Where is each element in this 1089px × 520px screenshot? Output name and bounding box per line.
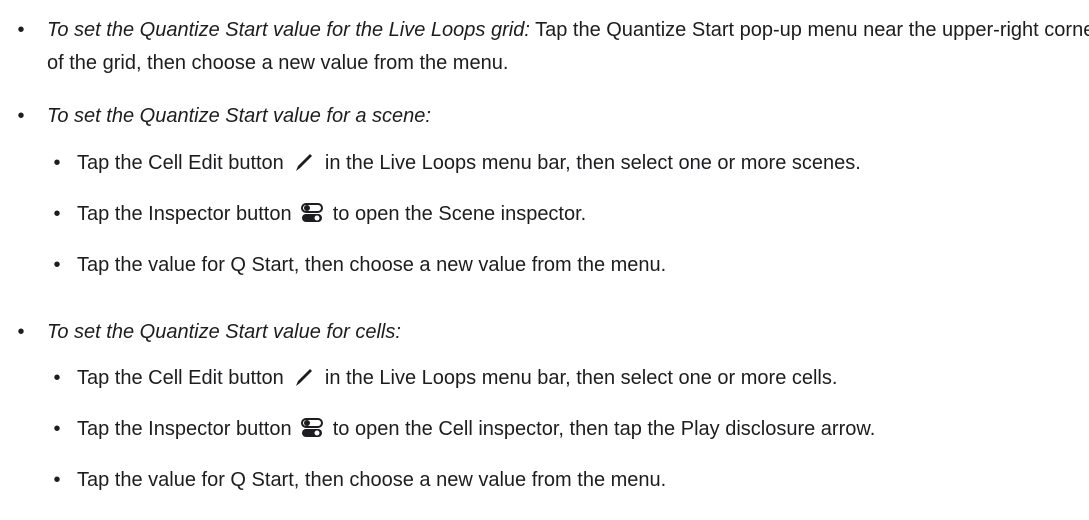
sub-list: • Tap the Cell Edit button in the Live L… [47,362,1077,497]
bullet: • [17,19,25,41]
pencil-icon [292,365,316,400]
step-text-after: to open the Cell inspector, then tap the… [327,418,876,440]
step-text: Tap the value for Q Start, then choose a… [77,254,667,276]
sublist-container: • Tap the Cell Edit button in the Live L… [47,147,1047,282]
document: • To set the Quantize Start value for th… [0,0,1089,520]
list-item: • Tap the Cell Edit button in the Live L… [47,362,1077,400]
sublist-container: • Tap the Cell Edit button in the Live L… [47,362,1077,497]
list-item: • Tap the Cell Edit button in the Live L… [47,147,1047,185]
pencil-icon [292,150,316,185]
bullet: • [53,367,61,389]
step-text-before: Tap the Inspector button [77,418,298,440]
list-item: • Tap the Inspector button to open the C… [47,413,1007,451]
step-text: Tap the value for Q Start, then choose a… [77,469,667,491]
step-text-before: Tap the Cell Edit button [77,152,290,174]
sub-list: • Tap the Cell Edit button in the Live L… [47,147,1047,282]
bullet: • [53,418,61,440]
bullet: • [17,321,25,343]
bullet: • [53,203,61,225]
bullet: • [53,469,61,491]
list-item: • Tap the value for Q Start, then choose… [47,249,1047,282]
step-text-after: in the Live Loops menu bar, then select … [319,152,861,174]
step-text: Tap the Inspector button to open the Sce… [47,198,1047,236]
step-text: Tap the Cell Edit button in the Live Loo… [47,147,1047,185]
list-item: • Tap the Inspector button to open the S… [47,198,1047,236]
step-text-after: in the Live Loops menu bar, then select … [319,367,838,389]
step-text-before: Tap the Cell Edit button [77,367,290,389]
list-item: • To set the Quantize Start value for ce… [0,316,1089,349]
item-lead: To set the Quantize Start value for the … [47,19,530,41]
step-text: Tap the Cell Edit button in the Live Loo… [47,362,1077,400]
item-lead: To set the Quantize Start value for a sc… [47,105,431,127]
inspector-toggle-icon [300,201,324,236]
list-item: • Tap the value for Q Start, then choose… [47,464,1077,497]
step-text-after: to open the Scene inspector. [327,203,587,225]
bullet: • [17,105,25,127]
step-text: Tap the Inspector button to open the Cel… [47,413,1007,451]
bullet: • [53,254,61,276]
step-text-before: Tap the Inspector button [77,203,298,225]
list-item: • To set the Quantize Start value for th… [0,14,1089,80]
item-lead: To set the Quantize Start value for cell… [47,321,401,343]
list-item: • To set the Quantize Start value for a … [0,100,1089,133]
inspector-toggle-icon [300,416,324,451]
bullet: • [53,152,61,174]
